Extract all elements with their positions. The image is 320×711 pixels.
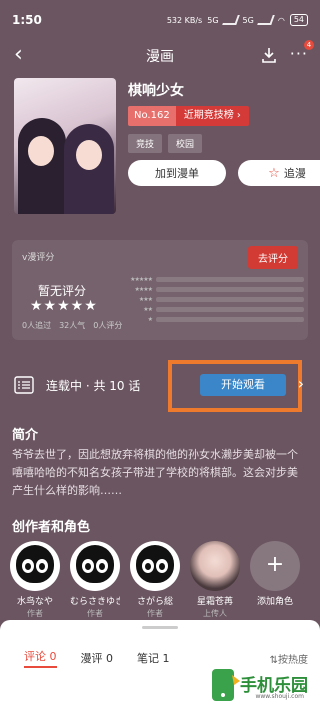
rating-header: v漫评分 xyxy=(22,253,55,263)
signal-label-2: 5G xyxy=(242,15,254,25)
bar-star-label: ★★★★★ xyxy=(130,275,153,283)
watermark-url: www.shouji.com xyxy=(255,693,304,700)
manga-title: 棋响少女 xyxy=(128,83,184,99)
creator-list: 水鸟なや 作者 むらさきゆきや 作者 さがら総 作者 星霜苍苒 上传人 + 添加… xyxy=(10,541,300,619)
creator-name: むらさきゆきや xyxy=(70,597,120,607)
follow-label: 追漫 xyxy=(283,167,306,180)
popularity-count: 32人气 xyxy=(59,321,86,330)
download-icon[interactable] xyxy=(260,46,278,64)
plus-icon: + xyxy=(250,541,300,591)
no-rating-label: 暂无评分 xyxy=(38,284,87,298)
avatar xyxy=(70,541,120,591)
rating-distribution: ★★★★★ ★★★★ ★★★ ★★ ★ xyxy=(116,274,304,324)
watermark: 手机乐园 www.shouji.com xyxy=(206,667,312,707)
intro-title: 简介 xyxy=(12,428,39,443)
list-icon xyxy=(14,376,34,394)
avatar xyxy=(190,541,240,591)
add-character-item[interactable]: + 添加角色 xyxy=(250,541,300,619)
signal-label-1: 5G xyxy=(207,15,219,25)
manga-cover[interactable] xyxy=(14,78,116,214)
rating-bar xyxy=(156,286,304,292)
avatar xyxy=(130,541,180,591)
rating-stats: 0人追过 32人气 0人评分 xyxy=(22,320,122,331)
cover-face xyxy=(28,136,54,166)
net-speed: 532 KB/s xyxy=(166,15,203,25)
tab-notes[interactable]: 笔记 1 xyxy=(137,650,170,666)
signal-icon xyxy=(221,15,240,25)
creator-name: 星霜苍苒 xyxy=(196,597,233,607)
rank-button[interactable]: No.162 近期竞技榜 › xyxy=(128,106,249,126)
tab-reviews[interactable]: 漫评 0 xyxy=(81,650,114,666)
rating-stars: ★★★★★ xyxy=(30,298,98,314)
creator-item[interactable]: 水鸟なや 作者 xyxy=(10,541,60,619)
bar-star-label: ★★★★ xyxy=(134,285,153,293)
chevron-right-icon[interactable]: › xyxy=(298,374,304,393)
bar-star-label: ★★★ xyxy=(138,295,153,303)
nav-bar: ‹ 漫画 ··· 4 xyxy=(0,40,320,72)
tag-list: 竞技 校园 xyxy=(128,134,203,153)
rating-bar xyxy=(156,296,304,302)
status-bar: 1:50 532 KB/s 5G 5G ◠ 54 xyxy=(0,0,320,40)
serial-row[interactable]: 连载中 · 共 10 话 开始观看 › xyxy=(0,360,320,412)
sort-toggle[interactable]: ⇅按热度 xyxy=(270,651,308,666)
rating-bar xyxy=(156,316,304,322)
creator-name: さがら総 xyxy=(136,597,173,607)
add-character-label: 添加角色 xyxy=(256,597,293,607)
star-outline-icon: ☆ xyxy=(268,165,280,181)
rating-bar xyxy=(156,306,304,312)
creator-role: 作者 xyxy=(27,609,43,618)
back-icon[interactable]: ‹ xyxy=(14,44,23,66)
cover-face xyxy=(76,140,102,170)
creator-item[interactable]: さがら総 作者 xyxy=(130,541,180,619)
rate-button[interactable]: 去评分 xyxy=(248,246,298,269)
battery-icon: 54 xyxy=(289,14,308,26)
follow-count: 0人追过 xyxy=(22,321,52,330)
tab-comments[interactable]: 评论 0 xyxy=(24,648,57,668)
creator-role: 作者 xyxy=(147,609,163,618)
comment-tabs: 评论 0 漫评 0 笔记 1 ⇅按热度 xyxy=(0,648,320,668)
rating-count: 0人评分 xyxy=(93,321,123,330)
rating-card: v漫评分 去评分 暂无评分 ★★★★★ ★★★★★ ★★★★ ★★★ ★★ ★ … xyxy=(12,240,308,340)
start-reading-button[interactable]: 开始观看 xyxy=(200,374,286,396)
creator-role: 作者 xyxy=(87,609,103,618)
creator-item[interactable]: 星霜苍苒 上传人 xyxy=(190,541,240,619)
bottom-sheet: 评论 0 漫评 0 笔记 1 ⇅按热度 手机乐园 www.shouji.com xyxy=(0,620,320,711)
watermark-logo-icon xyxy=(212,669,240,701)
add-to-list-button[interactable]: 加到漫单 xyxy=(128,160,226,186)
rank-list-label: 近期竞技榜 › xyxy=(175,106,249,126)
action-buttons: 加到漫单 ☆ 追漫 xyxy=(128,160,320,186)
tag[interactable]: 竞技 xyxy=(128,134,163,153)
creator-role: 上传人 xyxy=(203,609,227,618)
serial-status: 连载中 · 共 10 话 xyxy=(46,379,141,393)
intro-text[interactable]: 爷爷去世了，因此想放弃将棋的他的孙女水濑步美却被一个嘻嘻哈哈的不知名女孩子带进了… xyxy=(12,446,308,500)
wifi-icon: ◠ xyxy=(277,15,285,25)
creator-name: 水鸟なや xyxy=(16,597,53,607)
rating-bar xyxy=(156,276,304,282)
rank-number: No.162 xyxy=(128,106,176,126)
creator-item[interactable]: むらさきゆきや 作者 xyxy=(70,541,120,619)
page-title: 漫画 xyxy=(146,49,174,65)
bar-star-label: ★★ xyxy=(143,305,153,313)
avatar xyxy=(10,541,60,591)
notification-badge: 4 xyxy=(304,40,314,50)
tag[interactable]: 校园 xyxy=(168,134,203,153)
creators-title: 创作者和角色 xyxy=(12,520,91,535)
cover-figure xyxy=(18,118,66,214)
drag-handle[interactable] xyxy=(142,626,178,629)
follow-button[interactable]: ☆ 追漫 xyxy=(238,160,320,186)
signal-icon-2 xyxy=(257,15,275,25)
status-time: 1:50 xyxy=(12,13,42,27)
